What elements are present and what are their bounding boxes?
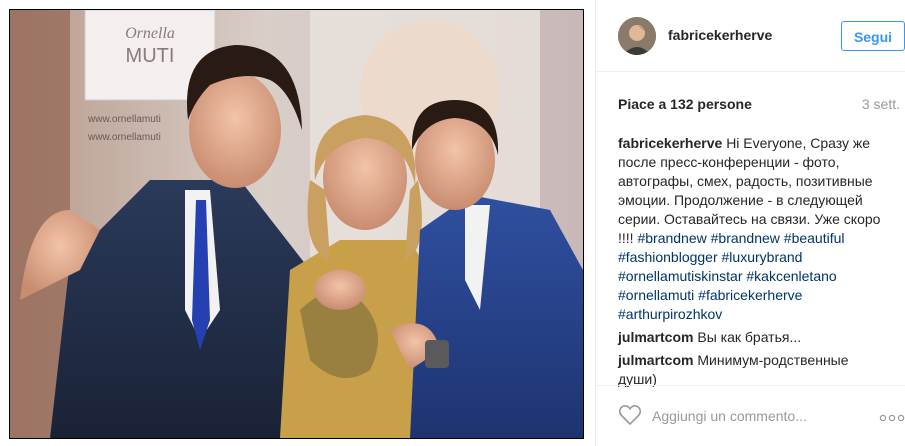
list-item: julmartcom Вы как братья... bbox=[618, 328, 888, 347]
banner-brand-line1: Ornella bbox=[125, 25, 175, 42]
avatar[interactable] bbox=[618, 17, 656, 55]
post-username[interactable]: fabricekerherve bbox=[668, 27, 772, 43]
caption: fabricekerherve Hi Everyone, Сразу же по… bbox=[618, 134, 888, 324]
more-options-icon[interactable] bbox=[879, 410, 905, 422]
likes-count[interactable]: Piace a 132 persone bbox=[618, 96, 752, 112]
post-time[interactable]: 3 sett. bbox=[862, 96, 900, 112]
post-header: fabricekerherve Segui bbox=[596, 0, 905, 72]
photo-pane: Ornella MUTI www.ornellamuti www.ornella… bbox=[0, 0, 595, 446]
comment-author[interactable]: julmartcom bbox=[618, 352, 693, 368]
heart-icon[interactable] bbox=[618, 404, 642, 426]
comment-text: Вы как братья... bbox=[697, 329, 802, 345]
post-footer bbox=[596, 385, 905, 446]
likes-row: Piace a 132 persone 3 sett. bbox=[618, 96, 900, 116]
list-item: julmartcom Минимум-родственные души) bbox=[618, 351, 888, 389]
banner-brand-line2: MUTI bbox=[126, 45, 175, 67]
comments-list: fabricekerherve Hi Everyone, Сразу же по… bbox=[618, 134, 888, 393]
banner-url-2: www.ornellamuti bbox=[87, 132, 161, 143]
caption-author[interactable]: fabricekerherve bbox=[618, 135, 722, 151]
banner-url-1: www.ornellamuti bbox=[87, 114, 161, 125]
caption-hashtags[interactable]: #brandnew #brandnew #beautiful #fashionb… bbox=[618, 230, 845, 322]
post-sidebar: fabricekerherve Segui Piace a 132 person… bbox=[595, 0, 905, 446]
follow-button[interactable]: Segui bbox=[841, 21, 905, 51]
add-comment-input[interactable] bbox=[652, 405, 822, 427]
comment-author[interactable]: julmartcom bbox=[618, 329, 693, 345]
post-photo[interactable]: Ornella MUTI www.ornellamuti www.ornella… bbox=[10, 10, 583, 438]
